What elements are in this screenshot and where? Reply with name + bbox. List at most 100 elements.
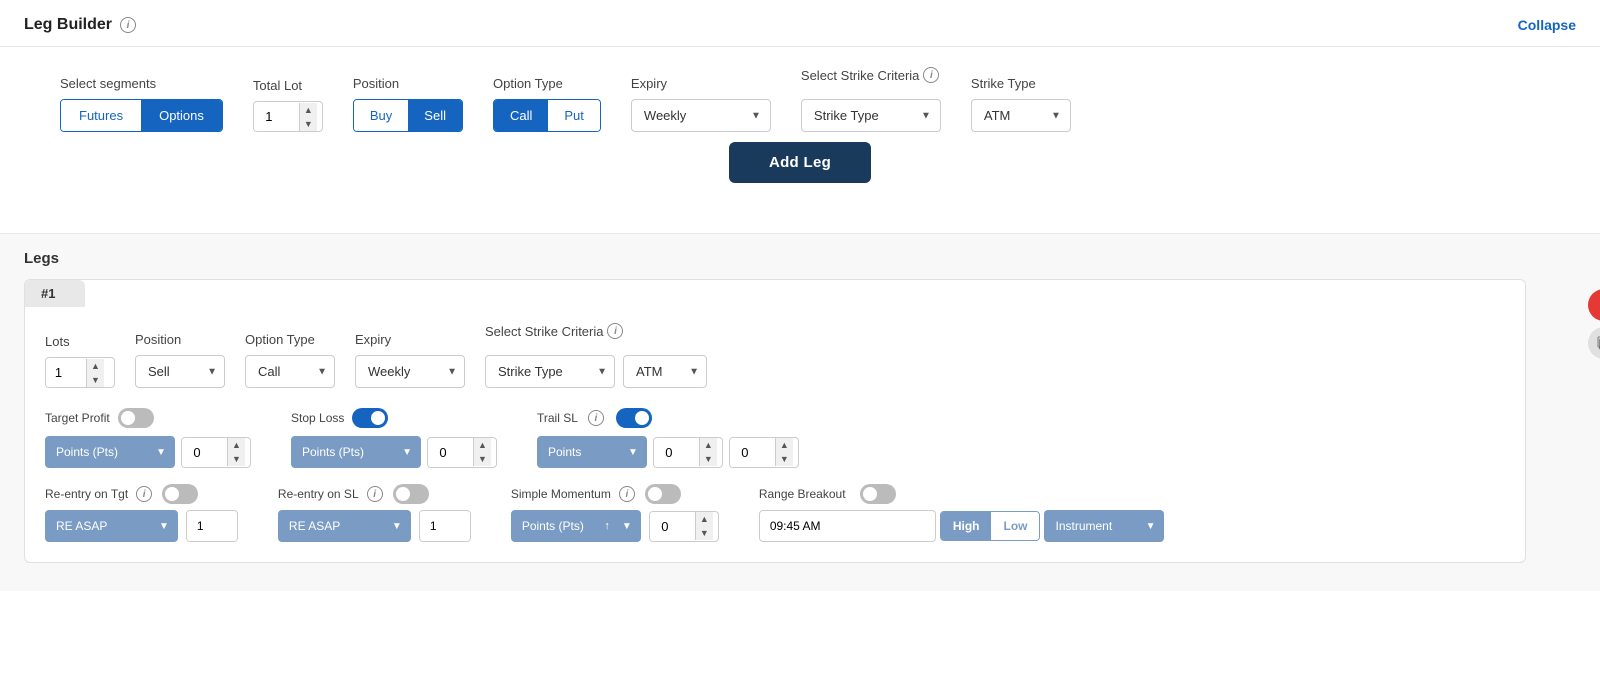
simple-momentum-dropdown-row: Points (Pts) Percentage ↑ ▼ ▲ <box>511 510 719 542</box>
tp-down[interactable]: ▼ <box>228 452 245 466</box>
side-actions: ✕ <box>1588 289 1600 359</box>
options-button[interactable]: Options <box>141 100 222 131</box>
trail-points-select[interactable]: Points Percentage <box>538 437 620 467</box>
range-breakout-slider <box>860 484 896 504</box>
trail-points-arrow: ▼ <box>620 447 646 458</box>
momentum-up[interactable]: ▲ <box>696 512 713 526</box>
leg-position-select[interactable]: Buy Sell <box>135 355 225 388</box>
range-dropdown-row: High Low Instrument Nifty BankNifty <box>759 510 1165 542</box>
reentry-sl-label: Re-entry on SL <box>278 487 359 501</box>
reentry-sl-slider <box>393 484 429 504</box>
leg-option-type-select-wrap: Call Put ▼ <box>245 355 335 388</box>
builder-position-label: Position <box>353 76 463 91</box>
simple-momentum-toggle[interactable] <box>645 484 681 504</box>
trail-x-spinners: ▲ ▼ <box>699 438 717 466</box>
futures-button[interactable]: Futures <box>61 100 141 131</box>
momentum-value-input[interactable] <box>650 512 695 541</box>
trail-sl-toggle[interactable] <box>616 408 652 428</box>
stop-loss-label: Stop Loss <box>291 411 344 425</box>
delete-leg-button[interactable]: ✕ <box>1588 289 1600 321</box>
total-lot-down[interactable]: ▼ <box>300 117 317 131</box>
sl-value-input[interactable] <box>428 438 473 467</box>
leg-lots-down[interactable]: ▼ <box>87 373 104 387</box>
leg-expiry-label: Expiry <box>355 332 465 347</box>
reentry-tgt-toggle[interactable] <box>162 484 198 504</box>
total-lot-input[interactable]: 1 <box>254 102 299 131</box>
leg-lots-spinners: ▲ ▼ <box>86 359 104 387</box>
stop-loss-slider <box>352 408 388 428</box>
sl-down[interactable]: ▼ <box>474 452 491 466</box>
reentry-tgt-toggle-row: Re-entry on Tgt i <box>45 484 238 504</box>
leg-lots-up[interactable]: ▲ <box>87 359 104 373</box>
momentum-points-select[interactable]: Points (Pts) Percentage <box>512 511 601 541</box>
sl-value-wrap: ▲ ▼ <box>427 437 497 468</box>
put-button[interactable]: Put <box>548 100 600 131</box>
trail-sl-info-icon[interactable]: i <box>588 410 604 426</box>
leg-position-label: Position <box>135 332 225 347</box>
leg-strike-criteria-info-icon[interactable]: i <box>607 323 623 339</box>
strike-criteria-info-icon[interactable]: i <box>923 67 939 83</box>
trail-y-up[interactable]: ▲ <box>776 438 793 452</box>
header-info-icon[interactable]: i <box>120 17 136 33</box>
trail-y-spinners: ▲ ▼ <box>775 438 793 466</box>
builder-atm-select[interactable]: ATM ATM+1 ATM-1 ATM+2 <box>971 99 1071 132</box>
target-profit-toggle[interactable] <box>118 408 154 428</box>
reentry-tgt-select[interactable]: RE ASAP RE After 5 min RE After 10 min <box>46 511 151 541</box>
leg-atm-select[interactable]: ATM ATM+1 ATM-1 <box>623 355 707 388</box>
add-leg-button[interactable]: Add Leg <box>729 142 871 183</box>
tp-up[interactable]: ▲ <box>228 438 245 452</box>
leg-strike-type-select[interactable]: Strike Type ATM ITM OTM <box>485 355 615 388</box>
leg-option-type-select[interactable]: Call Put <box>245 355 335 388</box>
simple-momentum-toggle-row: Simple Momentum i <box>511 484 719 504</box>
trail-y-input[interactable] <box>730 438 775 467</box>
call-button[interactable]: Call <box>494 100 548 131</box>
instrument-arrow: ▼ <box>1138 521 1164 532</box>
total-lot-input-wrap: 1 ▲ ▼ <box>253 101 323 132</box>
tp-points-arrow: ▼ <box>148 447 174 458</box>
tp-value-input[interactable] <box>182 438 227 467</box>
range-time-input[interactable] <box>759 510 936 542</box>
trail-x-up[interactable]: ▲ <box>700 438 717 452</box>
page-title: Leg Builder <box>24 16 112 34</box>
range-breakout-toggle[interactable] <box>860 484 896 504</box>
leg-strike-type-select-wrap: Strike Type ATM ITM OTM ▼ <box>485 355 615 388</box>
high-button[interactable]: High <box>941 512 992 540</box>
builder-option-type-label: Option Type <box>493 76 601 91</box>
reentry-tgt-info-icon[interactable]: i <box>136 486 152 502</box>
reentry-sl-select[interactable]: RE ASAP RE After 5 min RE After 10 min <box>279 511 384 541</box>
tp-points-select[interactable]: Points (Pts) Percentage <box>46 437 148 467</box>
leg-strike-group: Strike Type ATM ITM OTM ▼ ATM <box>485 355 707 388</box>
trail-x-input[interactable] <box>654 438 699 467</box>
collapse-button[interactable]: Collapse <box>1518 17 1576 33</box>
leg-row3: Re-entry on Tgt i RE ASAP <box>45 484 1505 542</box>
leg-lots-input[interactable] <box>46 358 86 387</box>
trail-x-down[interactable]: ▼ <box>700 452 717 466</box>
sl-points-select[interactable]: Points (Pts) Percentage <box>292 437 394 467</box>
leg-expiry-select[interactable]: Weekly Monthly <box>355 355 465 388</box>
instrument-select[interactable]: Instrument Nifty BankNifty <box>1045 511 1137 541</box>
trail-y-wrap: ▲ ▼ <box>729 437 799 468</box>
sl-up[interactable]: ▲ <box>474 438 491 452</box>
sell-button[interactable]: Sell <box>408 100 462 131</box>
simple-momentum-info-icon[interactable]: i <box>619 486 635 502</box>
momentum-down[interactable]: ▼ <box>696 526 713 540</box>
instrument-select-wrap: Instrument Nifty BankNifty ▼ <box>1044 510 1164 542</box>
trail-y-down[interactable]: ▼ <box>776 452 793 466</box>
stop-loss-toggle[interactable] <box>352 408 388 428</box>
builder-position-field: Position Buy Sell <box>353 76 463 132</box>
reentry-tgt-count-wrap: 1 2 3 4 5 <box>186 510 238 542</box>
copy-leg-button[interactable] <box>1588 327 1600 359</box>
leg-option-type-label: Option Type <box>245 332 335 347</box>
leg-expiry-field: Expiry Weekly Monthly ▼ <box>355 332 465 388</box>
buy-button[interactable]: Buy <box>354 100 408 131</box>
reentry-sl-toggle[interactable] <box>393 484 429 504</box>
total-lot-up[interactable]: ▲ <box>300 103 317 117</box>
reentry-tgt-count-select[interactable]: 1 2 3 4 5 <box>187 511 237 541</box>
low-button[interactable]: Low <box>991 512 1039 540</box>
builder-strike-type-select[interactable]: Strike Type ATM ITM OTM <box>801 99 941 132</box>
trail-sl-toggle-group: Trail SL i <box>537 408 799 428</box>
leg-lots-input-wrap: ▲ ▼ <box>45 357 115 388</box>
reentry-sl-count-select[interactable]: 1 2 3 4 5 <box>420 511 470 541</box>
reentry-sl-info-icon[interactable]: i <box>367 486 383 502</box>
builder-expiry-select[interactable]: Weekly Monthly Next Weekly <box>631 99 771 132</box>
